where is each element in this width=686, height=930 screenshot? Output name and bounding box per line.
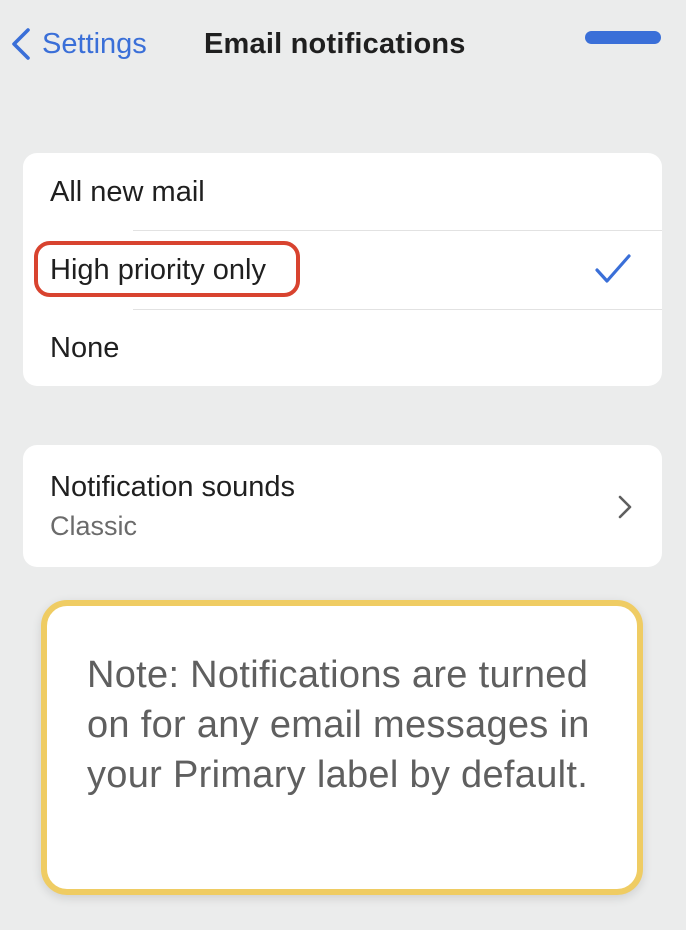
page-title: Email notifications	[204, 28, 466, 60]
back-label: Settings	[42, 27, 147, 60]
option-all-new-mail[interactable]: All new mail	[23, 153, 662, 231]
option-label: None	[50, 331, 120, 364]
header-bar: Settings Email notifications	[0, 0, 686, 90]
option-label: High priority only	[50, 253, 266, 286]
sounds-value: Classic	[50, 511, 138, 541]
option-high-priority-only[interactable]: High priority only	[23, 231, 662, 309]
option-label: All new mail	[50, 175, 205, 208]
note-text: Note: Notifications are turned on for an…	[87, 654, 590, 796]
note-callout: Note: Notifications are turned on for an…	[41, 600, 643, 895]
checkmark-icon	[595, 254, 631, 283]
notification-sounds-row[interactable]: Notification sounds Classic	[23, 445, 662, 567]
chevron-right-icon	[618, 495, 632, 519]
back-button[interactable]: Settings	[8, 22, 147, 66]
chevron-left-icon	[12, 28, 30, 60]
notification-options-card: All new mail High priority only None	[23, 153, 662, 386]
status-indicator-bar	[585, 31, 661, 44]
sounds-title: Notification sounds	[50, 471, 296, 503]
option-none[interactable]: None	[23, 309, 662, 386]
